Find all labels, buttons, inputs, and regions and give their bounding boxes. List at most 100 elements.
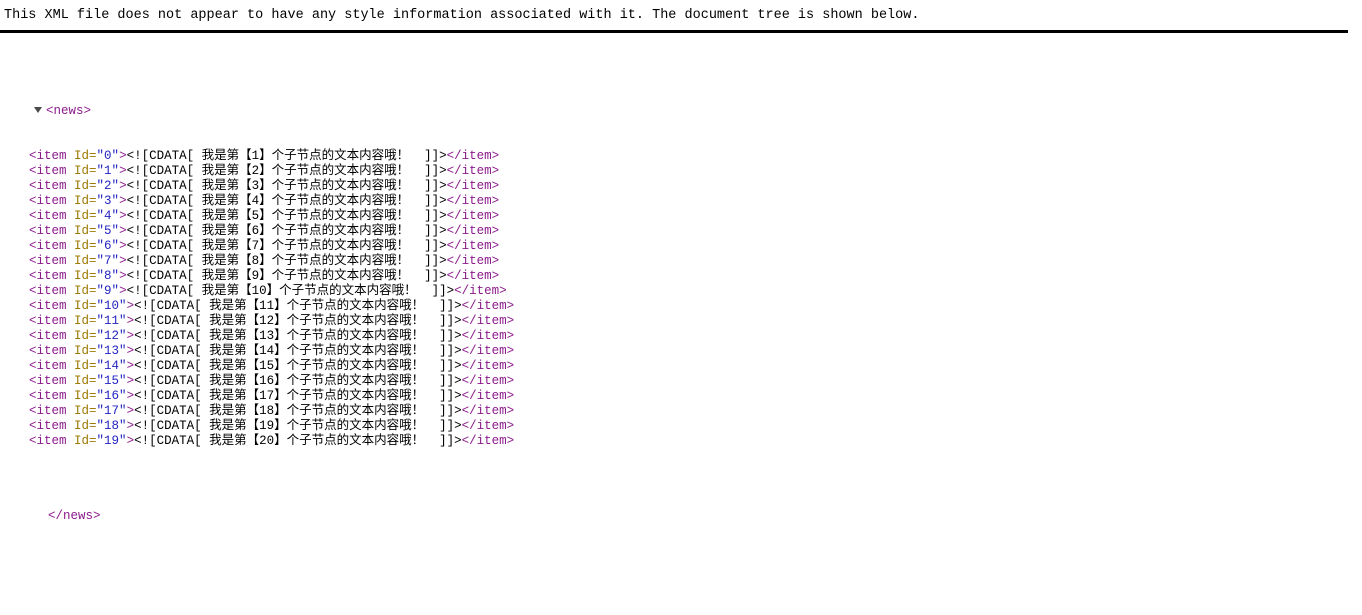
cdata-close-marker: ]]> — [424, 149, 447, 163]
cdata-close-marker: ]]> — [439, 374, 462, 388]
xml-item-line: <item Id="2"><![CDATA[ 我是第【3】个子节点的文本内容哦！… — [0, 179, 1362, 194]
cdata-open-marker: <![CDATA[ — [126, 224, 195, 238]
cdata-text: 我是第【14】个子节点的文本内容哦！ — [201, 344, 440, 358]
cdata-text: 我是第【8】个子节点的文本内容哦！ — [194, 254, 425, 268]
item-tag-open[interactable]: <item — [29, 374, 74, 388]
item-tag-open[interactable]: <item — [29, 299, 74, 313]
xml-root-open-line: <news> — [0, 89, 1362, 118]
xml-item-line: <item Id="6"><![CDATA[ 我是第【7】个子节点的文本内容哦！… — [0, 239, 1362, 254]
item-attr-value: "9" — [96, 284, 120, 298]
cdata-text: 我是第【10】个子节点的文本内容哦！ — [194, 284, 432, 298]
item-attr-equals: = — [89, 374, 97, 388]
cdata-text: 我是第【19】个子节点的文本内容哦！ — [201, 419, 440, 433]
root-tag-close: </news> — [48, 509, 101, 523]
cdata-text: 我是第【20】个子节点的文本内容哦！ — [201, 434, 440, 448]
xml-item-line: <item Id="18"><![CDATA[ 我是第【19】个子节点的文本内容… — [0, 419, 1362, 434]
item-tag-close: </item> — [446, 149, 500, 163]
item-tag-close: </item> — [461, 329, 515, 343]
item-attr-name: Id — [74, 389, 90, 403]
triangle-down-icon[interactable] — [34, 106, 43, 113]
item-tag-open-end: > — [126, 389, 135, 403]
item-attr-equals: = — [89, 269, 97, 283]
cdata-text: 我是第【15】个子节点的文本内容哦！ — [201, 359, 440, 373]
item-tag-close: </item> — [446, 224, 500, 238]
cdata-open-marker: <![CDATA[ — [126, 179, 195, 193]
root-tag-open[interactable]: <news> — [46, 104, 91, 118]
item-attr-equals: = — [89, 194, 97, 208]
item-tag-close: </item> — [446, 239, 500, 253]
item-tag-open[interactable]: <item — [29, 269, 74, 283]
cdata-open-marker: <![CDATA[ — [126, 239, 195, 253]
item-tag-open-end: > — [126, 404, 135, 418]
cdata-close-marker: ]]> — [424, 224, 447, 238]
cdata-open-marker: <![CDATA[ — [126, 149, 195, 163]
item-tag-open-end: > — [126, 314, 135, 328]
item-tag-open[interactable]: <item — [29, 224, 74, 238]
xml-item-line: <item Id="0"><![CDATA[ 我是第【1】个子节点的文本内容哦！… — [0, 149, 1362, 164]
item-attr-value: "19" — [96, 434, 127, 448]
xml-item-line: <item Id="11"><![CDATA[ 我是第【12】个子节点的文本内容… — [0, 314, 1362, 329]
item-attr-value: "13" — [96, 344, 127, 358]
cdata-close-marker: ]]> — [424, 194, 447, 208]
item-attr-equals: = — [89, 179, 97, 193]
item-tag-open[interactable]: <item — [29, 284, 74, 298]
cdata-close-marker: ]]> — [424, 179, 447, 193]
item-tag-close: </item> — [461, 344, 515, 358]
item-tag-open-end: > — [119, 224, 127, 238]
cdata-close-marker: ]]> — [424, 254, 447, 268]
cdata-open-marker: <![CDATA[ — [134, 434, 202, 448]
item-tag-open[interactable]: <item — [29, 209, 74, 223]
item-attr-equals: = — [89, 239, 97, 253]
cdata-close-marker: ]]> — [424, 209, 447, 223]
item-tag-open[interactable]: <item — [29, 149, 74, 163]
cdata-open-marker: <![CDATA[ — [134, 359, 202, 373]
cdata-close-marker: ]]> — [439, 329, 462, 343]
item-tag-open[interactable]: <item — [29, 434, 74, 448]
item-attr-equals: = — [89, 164, 97, 178]
cdata-open-marker: <![CDATA[ — [134, 419, 202, 433]
item-attr-name: Id — [74, 149, 90, 163]
xml-item-line: <item Id="7"><![CDATA[ 我是第【8】个子节点的文本内容哦！… — [0, 254, 1362, 269]
cdata-open-marker: <![CDATA[ — [134, 344, 202, 358]
item-attr-equals: = — [89, 344, 97, 358]
xml-item-line: <item Id="9"><![CDATA[ 我是第【10】个子节点的文本内容哦… — [0, 284, 1362, 299]
item-tag-close: </item> — [454, 284, 507, 298]
item-tag-open[interactable]: <item — [29, 389, 74, 403]
item-tag-close: </item> — [461, 374, 515, 388]
item-tag-close: </item> — [446, 164, 500, 178]
item-attr-value: "11" — [96, 314, 127, 328]
item-tag-open-end: > — [126, 419, 135, 433]
item-tag-open[interactable]: <item — [29, 164, 74, 178]
item-tag-open-end: > — [119, 194, 127, 208]
xml-item-line: <item Id="13"><![CDATA[ 我是第【14】个子节点的文本内容… — [0, 344, 1362, 359]
item-attr-value: "12" — [96, 329, 127, 343]
item-attr-equals: = — [89, 149, 97, 163]
item-attr-value: "15" — [96, 374, 127, 388]
cdata-text: 我是第【18】个子节点的文本内容哦！ — [201, 404, 440, 418]
cdata-text: 我是第【1】个子节点的文本内容哦！ — [194, 149, 425, 163]
cdata-close-marker: ]]> — [439, 389, 462, 403]
item-tag-open[interactable]: <item — [29, 404, 74, 418]
item-tag-open[interactable]: <item — [29, 359, 74, 373]
item-tag-close: </item> — [446, 269, 500, 283]
item-attr-name: Id — [74, 374, 90, 388]
xml-item-line: <item Id="12"><![CDATA[ 我是第【13】个子节点的文本内容… — [0, 329, 1362, 344]
item-tag-open[interactable]: <item — [29, 314, 74, 328]
item-tag-open[interactable]: <item — [29, 194, 74, 208]
item-tag-open[interactable]: <item — [29, 254, 74, 268]
item-attr-value: "10" — [96, 299, 127, 313]
item-tag-open[interactable]: <item — [29, 239, 74, 253]
item-tag-open[interactable]: <item — [29, 329, 74, 343]
cdata-close-marker: ]]> — [424, 164, 447, 178]
item-attr-name: Id — [74, 254, 90, 268]
cdata-text: 我是第【17】个子节点的文本内容哦！ — [201, 389, 440, 403]
item-tag-open-end: > — [126, 329, 135, 343]
item-attr-name: Id — [74, 194, 90, 208]
item-tag-open[interactable]: <item — [29, 179, 74, 193]
item-attr-name: Id — [74, 179, 90, 193]
item-tag-open[interactable]: <item — [29, 419, 74, 433]
item-tag-open[interactable]: <item — [29, 344, 74, 358]
xml-style-notice: This XML file does not appear to have an… — [4, 8, 920, 23]
xml-item-line: <item Id="3"><![CDATA[ 我是第【4】个子节点的文本内容哦！… — [0, 194, 1362, 209]
cdata-close-marker: ]]> — [439, 434, 462, 448]
